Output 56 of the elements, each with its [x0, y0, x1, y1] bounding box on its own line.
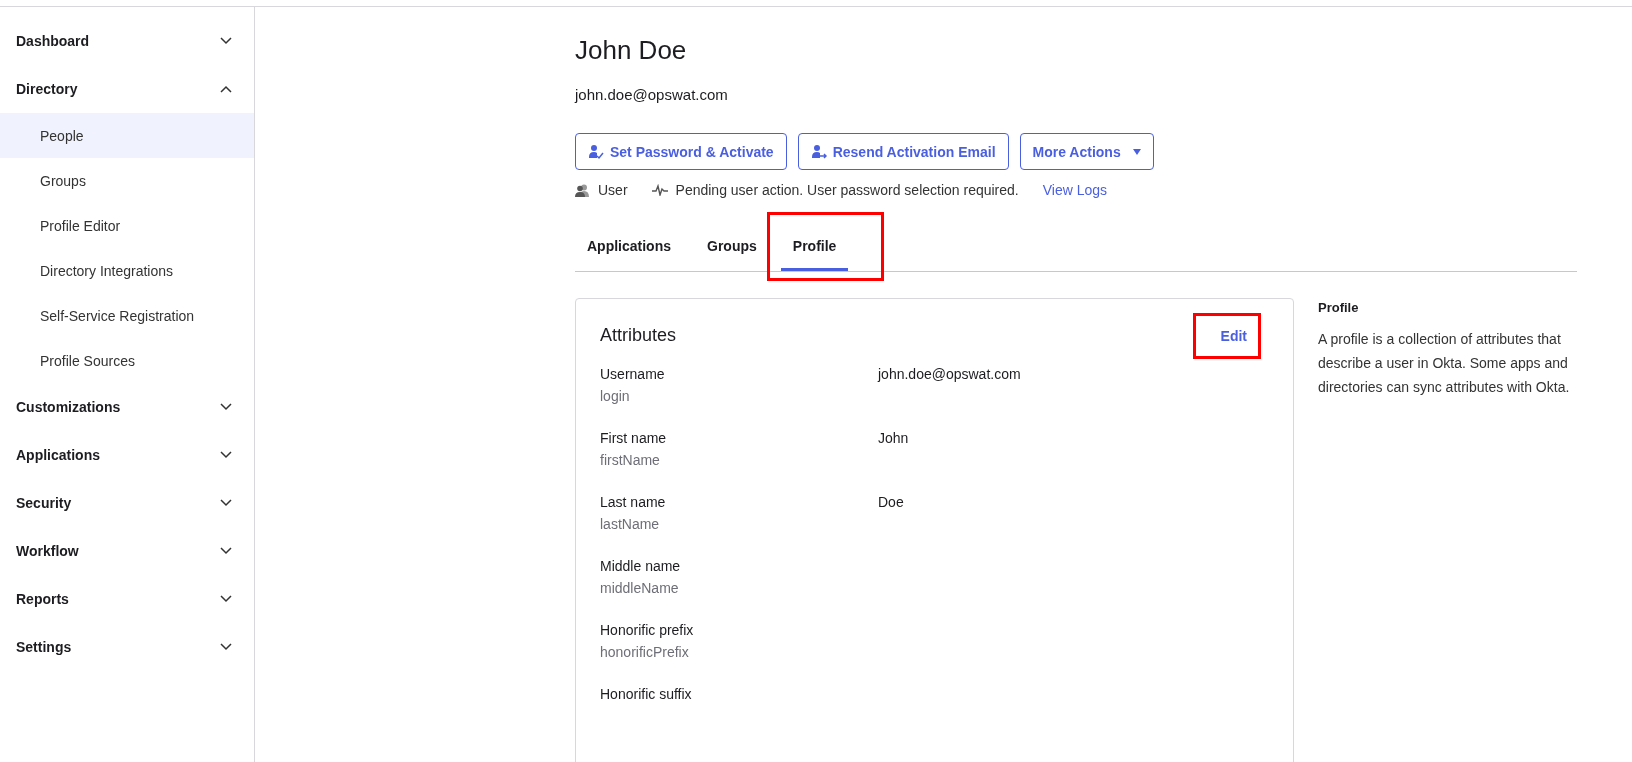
nav-item[interactable]: Self-Service Registration	[0, 293, 254, 338]
attribute-value: John	[878, 430, 909, 448]
attribute-key: lastName	[600, 516, 878, 532]
nav-item[interactable]: Directory Integrations	[0, 248, 254, 293]
user-type: User	[598, 182, 628, 198]
nav-section[interactable]: Settings	[0, 623, 254, 671]
user-email: john.doe@opswat.com	[575, 86, 729, 103]
attribute-key: middleName	[600, 580, 878, 596]
card-title: Attributes	[600, 325, 677, 346]
chevron-icon	[220, 499, 232, 507]
attribute-key: honorificPrefix	[600, 644, 878, 660]
nav-item[interactable]: People	[0, 113, 254, 158]
nav-section[interactable]: Directory	[0, 65, 254, 113]
attribute-value: Doe	[878, 494, 904, 512]
nav-section[interactable]: Reports	[0, 575, 254, 623]
attribute-label: Middle name	[600, 558, 682, 574]
tab[interactable]: Groups	[695, 224, 769, 271]
attribute-label: Username	[600, 366, 666, 382]
status-message: Pending user action. User password selection required.	[675, 182, 1019, 198]
chevron-icon	[220, 595, 232, 603]
action-button[interactable]: More Actions	[1019, 133, 1154, 170]
action-button[interactable]: Resend Activation Email	[797, 133, 1009, 170]
chevron-icon	[220, 547, 232, 555]
tab[interactable]: Profile	[780, 224, 849, 271]
attribute-label: Honorific prefix	[600, 622, 695, 638]
tab[interactable]: Applications	[575, 224, 683, 271]
attribute-key: login	[600, 388, 878, 404]
chevron-icon	[220, 85, 232, 93]
nav-section[interactable]: Customizations	[0, 383, 254, 431]
nav-item[interactable]: Profile Sources	[0, 338, 254, 383]
nav-section[interactable]: Dashboard	[0, 17, 254, 65]
chevron-icon	[220, 451, 232, 459]
chevron-icon	[220, 643, 232, 651]
users-icon	[575, 183, 590, 197]
pulse-icon	[651, 184, 668, 196]
action-button[interactable]: Set Password & Activate	[575, 133, 787, 170]
nav-section[interactable]: Workflow	[0, 527, 254, 575]
caret-icon	[1132, 148, 1141, 155]
user-check-icon	[588, 143, 604, 160]
chevron-icon	[220, 403, 232, 411]
chevron-icon	[220, 37, 232, 45]
attribute-key: firstName	[600, 452, 878, 468]
edit-link[interactable]: Edit	[1220, 327, 1247, 344]
nav-section[interactable]: Security	[0, 479, 254, 527]
attribute-label: Last name	[600, 494, 667, 510]
nav-section[interactable]: Applications	[0, 431, 254, 479]
nav-item[interactable]: Profile Editor	[0, 203, 254, 248]
nav-item[interactable]: Groups	[0, 158, 254, 203]
help-title: Profile	[1318, 300, 1360, 315]
view-logs-link[interactable]: View Logs	[1042, 182, 1108, 198]
help-text: A profile is a collection of attributes that describe a user in Okta. Some apps and directories can sync attributes with Okta.	[1318, 330, 1571, 397]
attribute-value: john.doe@opswat.com	[878, 366, 1021, 384]
user-name: John Doe	[575, 35, 688, 66]
user-arrow-icon	[810, 143, 827, 160]
attribute-label: First name	[600, 430, 668, 446]
attribute-label: Honorific suffix	[600, 686, 693, 702]
